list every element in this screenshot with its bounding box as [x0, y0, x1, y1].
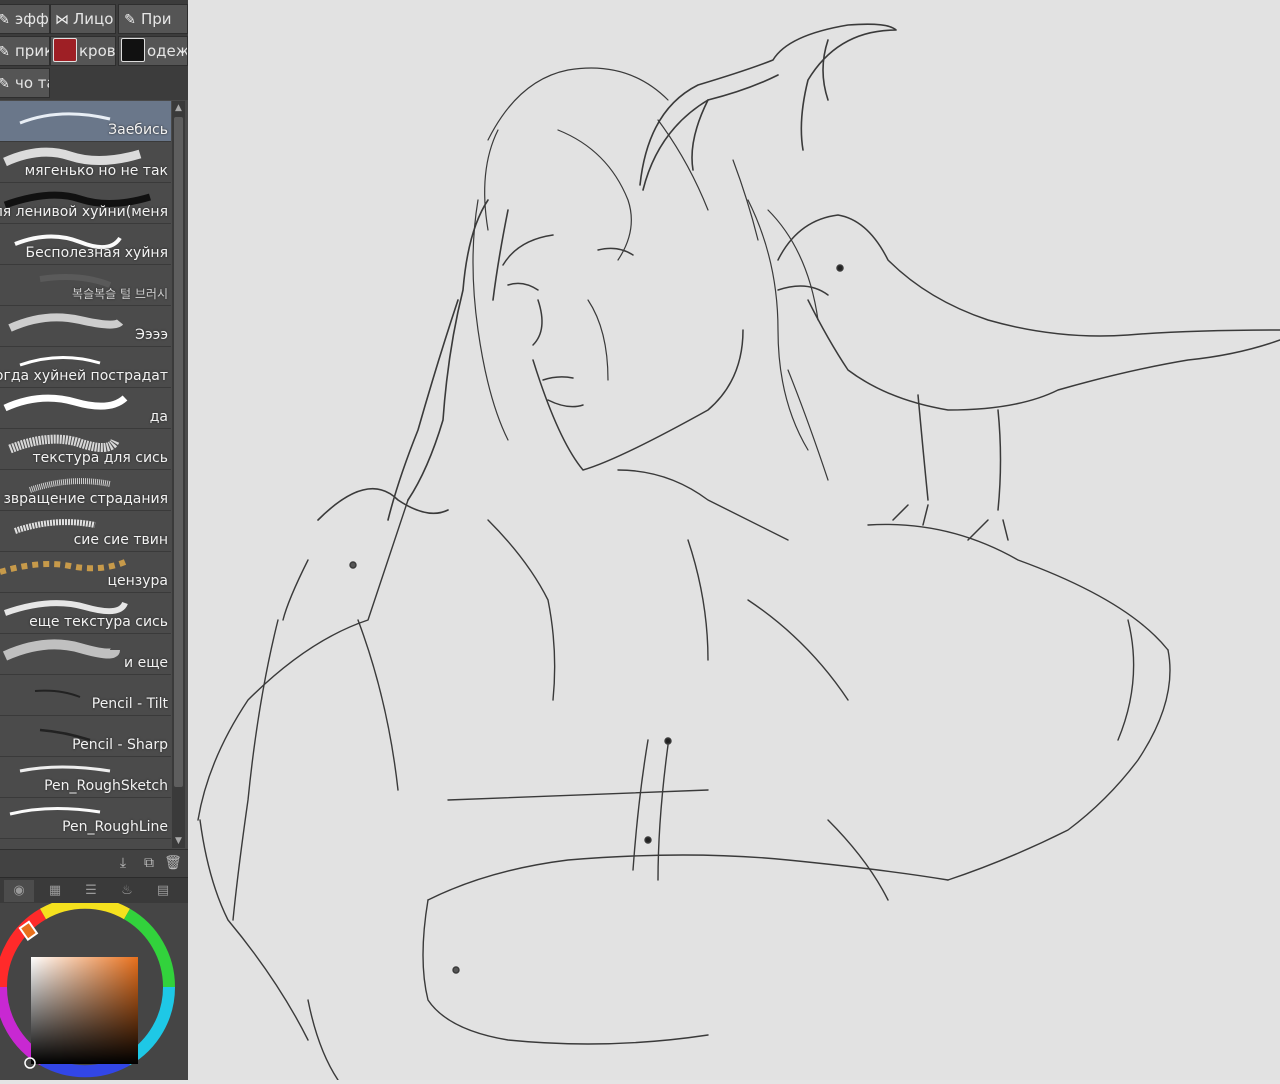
sub-tool-panel: ✎эфф ⋈Лицо ✎При ✎прик кров одеж ✎чо та З… — [0, 0, 189, 1080]
clothing-icon — [121, 38, 145, 62]
scroll-up-icon[interactable]: ▲ — [172, 101, 185, 115]
blood-icon — [53, 38, 77, 62]
sv-shade — [31, 957, 138, 1064]
scroll-down-icon[interactable]: ▼ — [172, 834, 185, 848]
brush-item[interactable]: и еще — [0, 634, 171, 675]
brush-item[interactable]: Pencil - Sharp — [0, 716, 171, 757]
brush-item[interactable]: Pen_RoughLine — [0, 798, 171, 839]
sliders-icon[interactable]: ☰ — [76, 880, 106, 902]
brush-item[interactable]: ля ленивой хуйни(меня — [0, 183, 171, 224]
brush-item[interactable]: сие сие твин — [0, 511, 171, 552]
brush-item[interactable]: да — [0, 388, 171, 429]
color-wheel-icon[interactable]: ◉ — [4, 880, 34, 902]
pen-nib-icon: ✎ — [0, 6, 13, 33]
drawing-canvas[interactable] — [188, 0, 1280, 1081]
color-wheel-panel — [0, 896, 188, 1080]
tool-tab-face[interactable]: ⋈ Лицо — [50, 4, 116, 34]
brush-item[interactable]: Бесполезная хуйня — [0, 224, 171, 265]
brush-stroke-preview — [3, 394, 128, 412]
brush-item[interactable]: Заебись — [0, 101, 171, 142]
color-set-icon[interactable]: ▦ — [40, 880, 70, 902]
tool-tab-effects[interactable]: ✎эфф — [0, 4, 50, 34]
brush-list-scrollbar[interactable]: ▲ ▼ — [172, 101, 185, 848]
sketch-artwork — [197, 23, 1280, 1081]
hair — [472, 67, 829, 481]
tool-tab-blood[interactable]: кров — [50, 36, 116, 66]
scroll-thumb[interactable] — [174, 117, 183, 787]
brush-item[interactable]: мягенько но не так — [0, 142, 171, 183]
tool-tab-trick[interactable]: ✎прик — [0, 36, 50, 66]
intermediate-color-icon[interactable]: ♨ — [112, 880, 142, 902]
brush-item[interactable]: звращение страдания — [0, 470, 171, 511]
pen-nib-icon: ✎ — [124, 12, 136, 28]
history-icon[interactable]: ▤ — [148, 880, 178, 902]
brush-item[interactable]: 복슬복슬 털 브러시 — [0, 265, 171, 306]
brush-list: Заебись мягенько но не так ля ленивой ху… — [0, 101, 171, 848]
brush-item[interactable]: еще текстура сись — [0, 593, 171, 634]
color-panel-tabs: ◉ ▦ ☰ ♨ ▤ — [0, 877, 188, 904]
pen-nib-icon: ✎ — [0, 38, 13, 65]
brush-item[interactable]: Pencil - Tilt — [0, 675, 171, 716]
brush-item[interactable]: Pen_RoughSketch — [0, 757, 171, 798]
brush-item[interactable]: цензура — [0, 552, 171, 593]
brush-item[interactable]: Ээээ — [0, 306, 171, 347]
sub-tool-group-tabs: ✎эфф ⋈Лицо ✎При ✎прик кров одеж ✎чо та — [0, 0, 188, 100]
brush-actions-bar: ⤓ ⧉ 🗑 — [0, 849, 188, 878]
color-wheel[interactable] — [0, 896, 188, 1080]
raven — [777, 214, 1280, 541]
tool-tab-misc[interactable]: ✎чо та — [0, 68, 50, 98]
duplicate-brush-icon[interactable]: ⧉ — [140, 854, 158, 872]
face — [502, 234, 744, 471]
tool-tab-nature[interactable]: ✎ При — [118, 4, 188, 34]
brush-item[interactable]: огда хуйней пострадат — [0, 347, 171, 388]
import-brush-icon[interactable]: ⤓ — [114, 854, 132, 872]
horn — [639, 23, 897, 191]
pen-nib-icon: ✎ — [0, 70, 13, 97]
hand-on-head — [317, 199, 509, 521]
trash-icon[interactable]: 🗑 — [164, 854, 182, 872]
bow-icon: ⋈ — [55, 12, 69, 28]
brush-item[interactable]: текстура для сись — [0, 429, 171, 470]
tool-tab-clothing[interactable]: одеж — [118, 36, 188, 66]
shirt-and-arms — [197, 469, 1171, 1081]
